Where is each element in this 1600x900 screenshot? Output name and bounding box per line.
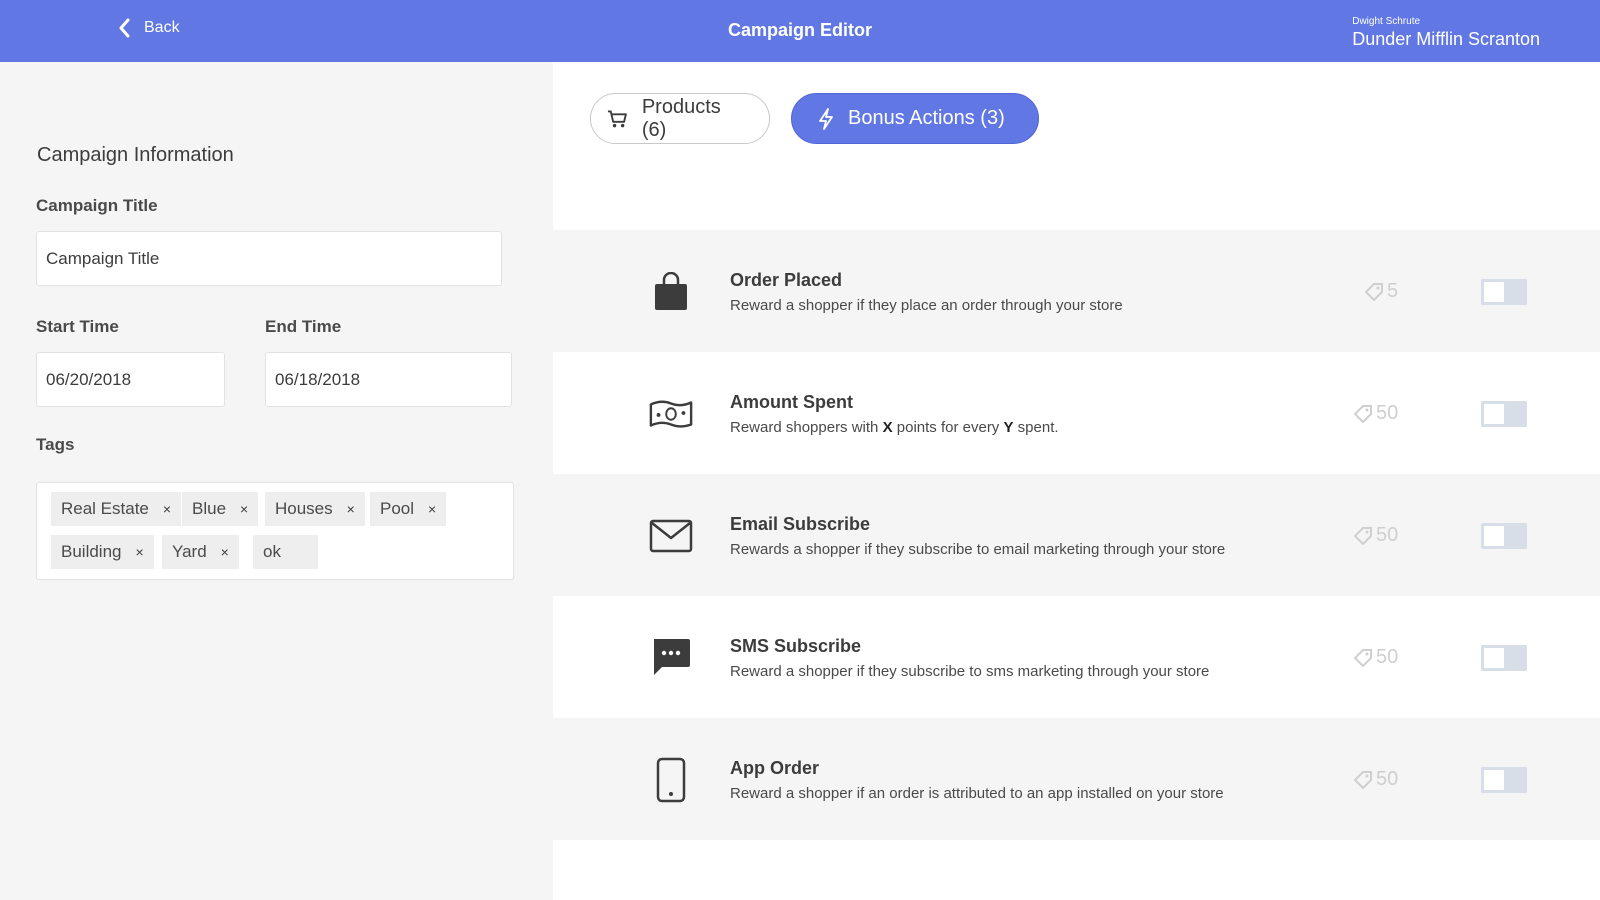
- user-name: Dwight Schrute: [1352, 16, 1421, 27]
- enable-toggle[interactable]: [1481, 401, 1527, 427]
- tag-label: Yard: [172, 542, 207, 561]
- panel-footer-space: [553, 852, 1600, 900]
- remove-tag-icon[interactable]: ×: [221, 544, 229, 560]
- action-description: Reward a shopper if an order is attribut…: [730, 785, 1224, 802]
- enable-toggle[interactable]: [1481, 523, 1527, 549]
- points-tag-icon: [1354, 526, 1372, 545]
- points-value: 50: [1354, 524, 1398, 547]
- points-amount: 50: [1376, 402, 1399, 424]
- remove-tag-icon[interactable]: ×: [240, 501, 248, 517]
- tag-label: Houses: [275, 499, 333, 518]
- points-amount: 50: [1376, 646, 1399, 668]
- campaign-title-input[interactable]: [36, 231, 502, 286]
- desc-text: spent.: [1013, 419, 1059, 436]
- chat-bubble-icon: [648, 635, 694, 681]
- account-info[interactable]: Dwight Schrute Dunder Mifflin Scranton: [1352, 16, 1540, 50]
- action-description: Rewards a shopper if they subscribe to e…: [730, 541, 1226, 558]
- points-tag-icon: [1354, 404, 1372, 423]
- remove-tag-icon[interactable]: ×: [163, 501, 171, 517]
- tag-chip: Yard ×: [162, 535, 239, 569]
- tag-label: Building: [61, 542, 122, 561]
- tag-chip: Houses ×: [265, 492, 365, 526]
- toggle-knob: [1484, 282, 1504, 302]
- campaign-title-label: Campaign Title: [36, 196, 158, 215]
- tab-bonus-actions-label: Bonus Actions (3): [848, 107, 1005, 129]
- bonus-action-row: App Order Reward a shopper if an order i…: [553, 718, 1600, 840]
- enable-toggle[interactable]: [1481, 767, 1527, 793]
- tag-chip: Real Estate ×: [51, 492, 182, 526]
- enable-toggle[interactable]: [1481, 279, 1527, 305]
- section-title: Campaign Information: [37, 144, 234, 166]
- bonus-action-row: Amount Spent Reward shoppers with X poin…: [553, 352, 1600, 474]
- tag-label: Pool: [380, 499, 415, 518]
- action-title: Amount Spent: [730, 392, 853, 412]
- money-bill-icon: [648, 391, 694, 437]
- toggle-knob: [1484, 770, 1504, 790]
- tab-products[interactable]: Products (6): [590, 93, 770, 144]
- points-value: 50: [1354, 646, 1398, 669]
- shopping-bag-icon: [648, 269, 694, 315]
- campaign-info-panel: Campaign Information Campaign Title Star…: [0, 62, 553, 900]
- tags-field[interactable]: Real Estate × Blue × Houses × Pool × Bui…: [36, 482, 514, 580]
- points-value: 50: [1354, 768, 1398, 791]
- points-tag-icon: [1354, 770, 1372, 789]
- points-value: 5: [1365, 280, 1398, 303]
- action-description: Reward shoppers with X points for every …: [730, 419, 1059, 436]
- toggle-knob: [1484, 404, 1504, 424]
- lightning-bolt-icon: [819, 107, 833, 130]
- action-title: SMS Subscribe: [730, 636, 862, 656]
- desc-text: Reward shoppers with: [730, 419, 883, 436]
- toggle-knob: [1484, 526, 1504, 546]
- points-tag-icon: [1354, 648, 1372, 667]
- remove-tag-icon[interactable]: ×: [136, 544, 144, 560]
- store-name: Dunder Mifflin Scranton: [1352, 29, 1540, 49]
- action-title: Order Placed: [730, 270, 843, 290]
- new-tag-input[interactable]: [253, 535, 318, 569]
- remove-tag-icon[interactable]: ×: [347, 501, 355, 517]
- start-time-input[interactable]: [36, 352, 225, 407]
- tab-bonus-actions[interactable]: Bonus Actions (3): [791, 93, 1039, 144]
- bonus-action-row: SMS Subscribe Reward a shopper if they s…: [553, 596, 1600, 718]
- bonus-action-row: Email Subscribe Rewards a shopper if the…: [553, 474, 1600, 596]
- tag-chip: Blue ×: [182, 492, 259, 526]
- points-amount: 5: [1387, 280, 1399, 302]
- points-value: 50: [1354, 402, 1398, 425]
- tags-label: Tags: [36, 435, 75, 454]
- tag-label: Blue: [192, 499, 227, 518]
- tag-chip: Building ×: [51, 535, 154, 569]
- tab-products-label: Products (6): [641, 95, 721, 141]
- bonus-action-row: Order Placed Reward a shopper if they pl…: [553, 230, 1600, 352]
- desc-text: points for every: [892, 419, 1004, 436]
- mobile-phone-icon: [648, 757, 694, 803]
- points-tag-icon: [1365, 282, 1383, 301]
- action-title: Email Subscribe: [730, 514, 871, 534]
- enable-toggle[interactable]: [1481, 645, 1527, 671]
- start-time-label: Start Time: [36, 317, 119, 336]
- action-description: Reward a shopper if they subscribe to sm…: [730, 663, 1210, 680]
- bonus-actions-panel: Products (6) Bonus Actions (3) Order Pla…: [553, 62, 1600, 900]
- end-time-input[interactable]: [265, 352, 512, 407]
- desc-variable-y: Y: [1003, 419, 1014, 436]
- envelope-icon: [648, 513, 694, 559]
- points-amount: 50: [1376, 768, 1399, 790]
- action-description: Reward a shopper if they place an order …: [730, 297, 1123, 314]
- action-title: App Order: [730, 758, 820, 778]
- end-time-label: End Time: [265, 317, 342, 336]
- tag-chip: Pool ×: [370, 492, 447, 526]
- desc-variable-x: X: [882, 419, 893, 436]
- tag-label: Real Estate: [61, 499, 149, 518]
- top-header: Back Campaign Editor Dwight Schrute Dund…: [0, 0, 1600, 62]
- points-amount: 50: [1376, 524, 1399, 546]
- toggle-knob: [1484, 648, 1504, 668]
- shopping-cart-icon: [607, 109, 627, 127]
- remove-tag-icon[interactable]: ×: [428, 501, 436, 517]
